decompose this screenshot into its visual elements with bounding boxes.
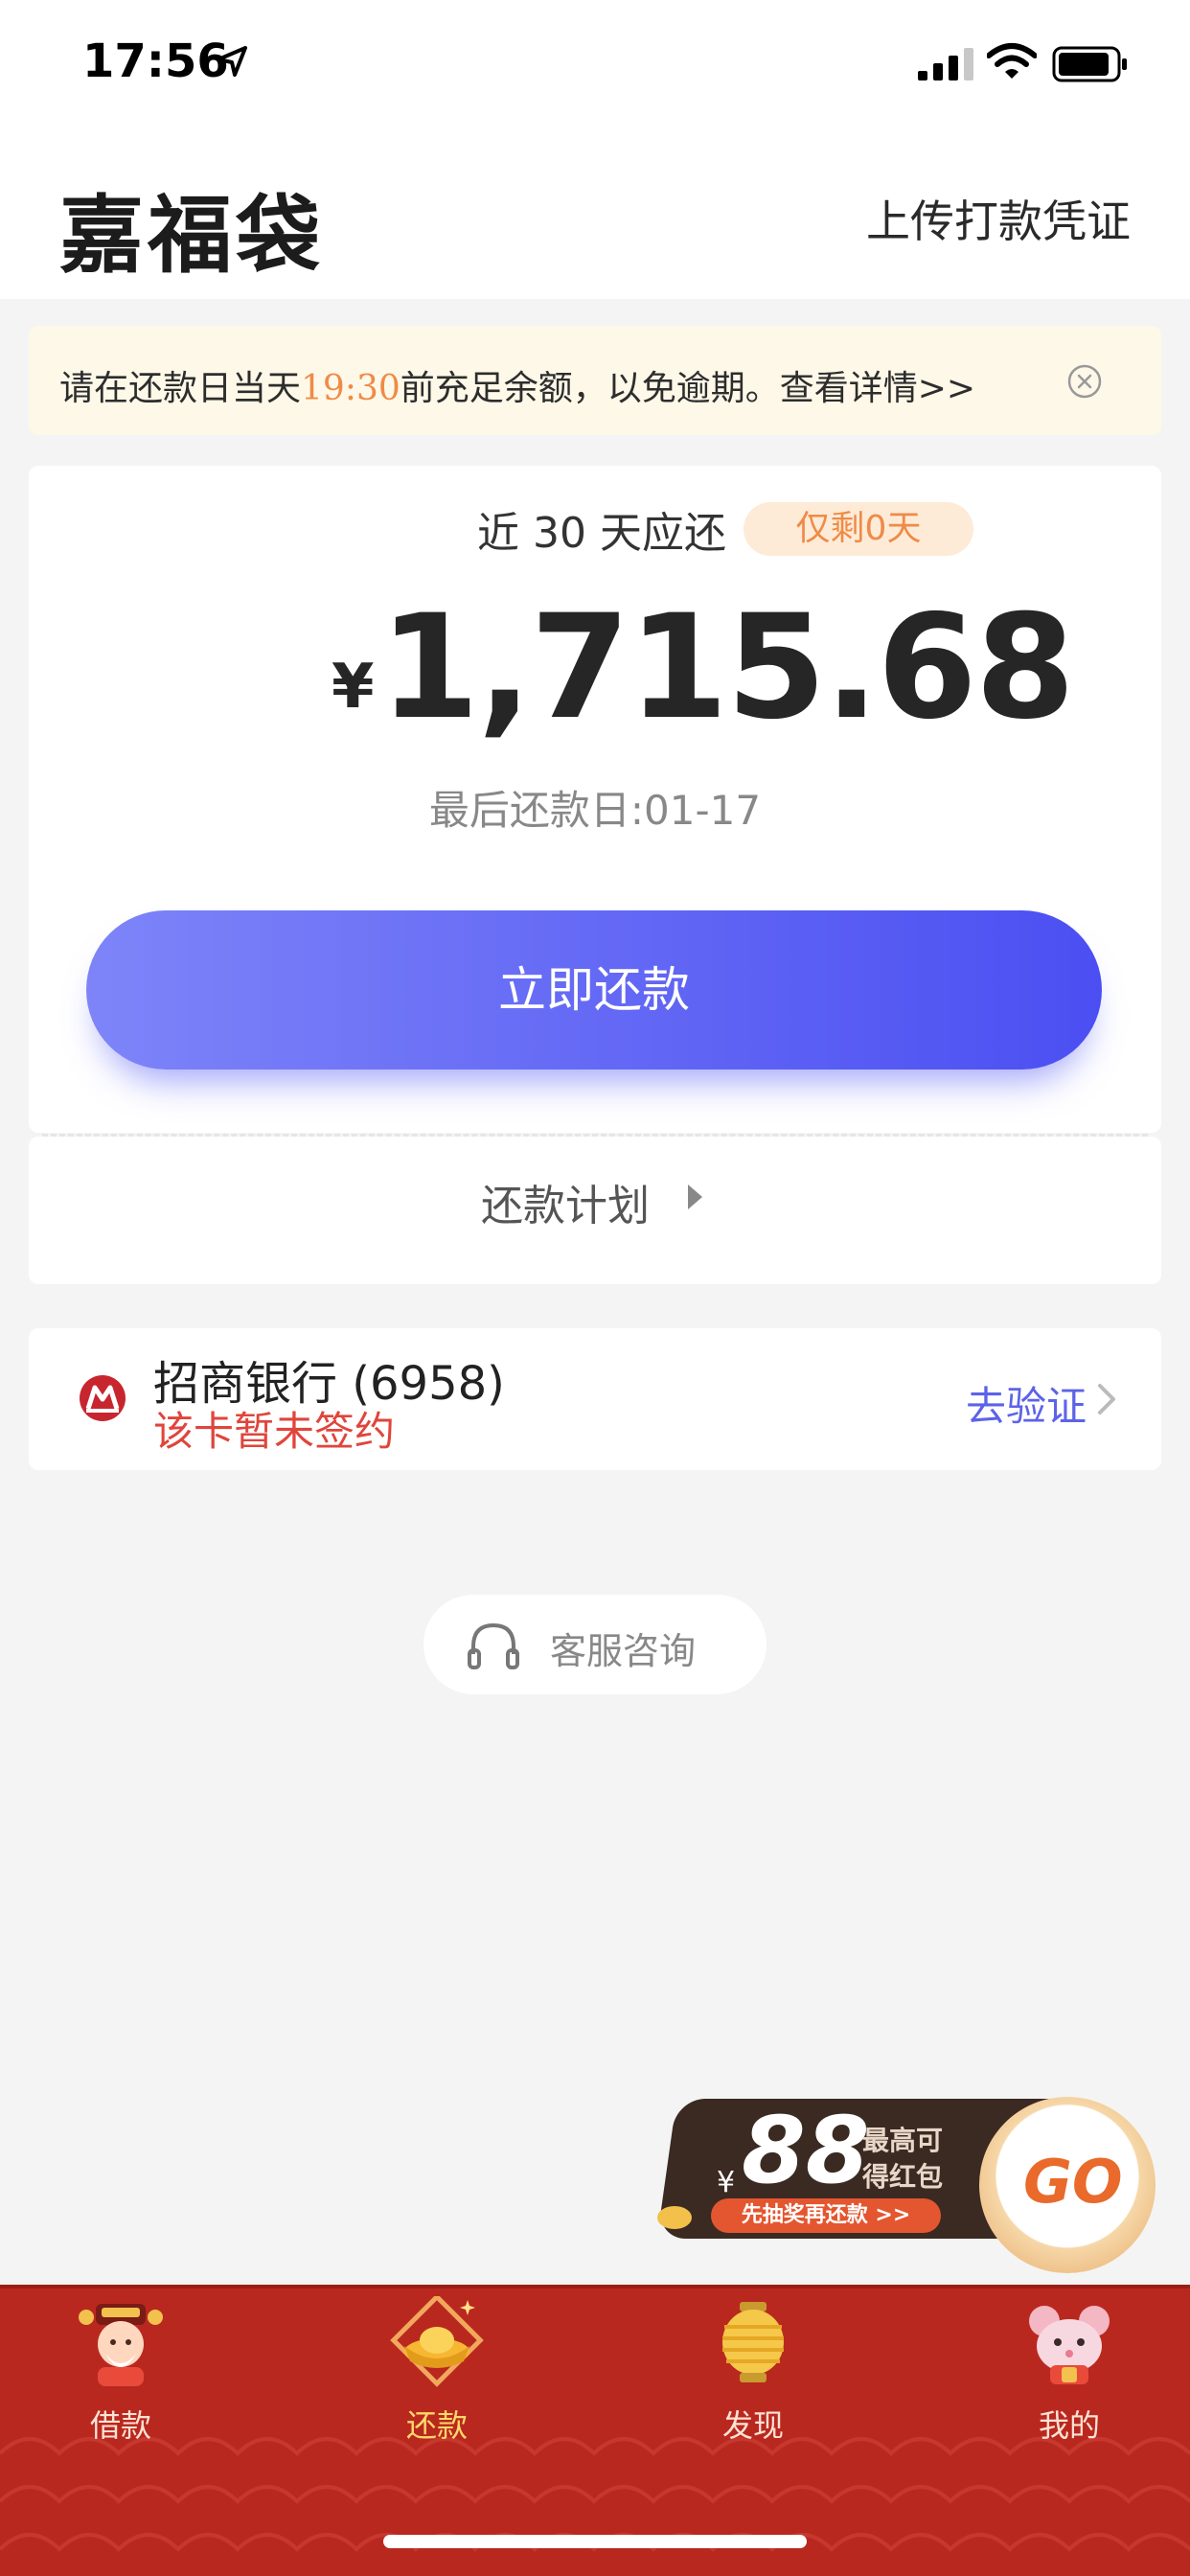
overdue-notice-banner[interactable]: 请在还款日当天19:30前充足余额，以免逾期。查看详情>>: [29, 326, 1161, 435]
tab-loan[interactable]: 借款: [1, 2287, 240, 2444]
mouse-mascot-icon: [1029, 2306, 1110, 2384]
tab-discover[interactable]: 发现: [633, 2287, 873, 2444]
upload-payment-proof-link[interactable]: 上传打款凭证: [866, 187, 1131, 250]
wifi-icon: [987, 43, 1037, 79]
tab-label: 还款: [405, 2407, 468, 2444]
tab-label: 我的: [1038, 2407, 1100, 2444]
repay-now-button[interactable]: 立即还款: [86, 910, 1102, 1070]
location-arrow-icon: [217, 46, 247, 77]
status-time: 17:56: [82, 34, 229, 88]
notice-text-before: 请在还款日当天: [59, 369, 302, 408]
gold-ingot-icon: [390, 2296, 484, 2387]
promo-text-line1: 最高可: [862, 2125, 944, 2156]
repayment-plan-link[interactable]: 还款计划: [481, 1171, 650, 1232]
bank-card-status: 该卡暂未签约: [153, 1408, 396, 1455]
promo-cta-pill[interactable]: 先抽奖再还款 >>: [711, 2198, 941, 2233]
cellular-signal-icon: [918, 48, 973, 80]
tab-mine[interactable]: 我的: [950, 2287, 1189, 2444]
promo-amount: 88: [742, 2097, 870, 2204]
notice-text: 请在还款日当天19:30前充足余额，以免逾期。查看详情>>: [59, 360, 975, 410]
verify-card-link[interactable]: 去验证: [966, 1374, 1087, 1433]
triangle-right-icon: [688, 1184, 702, 1209]
lantern-icon: [722, 2302, 784, 2382]
wave-pattern-decoration: [0, 2437, 1190, 2552]
chevron-right-icon: [1098, 1384, 1115, 1414]
due-amount: 1,715.68: [379, 585, 1075, 751]
notice-highlight-time: 19:30: [301, 369, 400, 408]
tab-label: 发现: [721, 2407, 784, 2444]
tab-label: 借款: [89, 2407, 151, 2444]
home-indicator: [383, 2535, 807, 2548]
battery-icon: [1052, 46, 1127, 82]
notice-text-after: 前充足余额，以免逾期。查看详情>>: [400, 369, 976, 408]
promo-currency: ¥: [717, 2166, 736, 2199]
last-repayment-date: 最后还款日:01-17: [428, 787, 762, 834]
days-remaining-badge: 仅剩0天: [744, 502, 973, 556]
close-icon[interactable]: [1065, 362, 1104, 401]
due-period-label: 近 30 天应还: [477, 509, 726, 558]
gold-coin-icon: [657, 2206, 692, 2229]
cmb-bank-logo-icon: [80, 1375, 126, 1421]
page-title: 嘉福袋: [59, 186, 325, 285]
tab-repay[interactable]: 还款: [317, 2287, 557, 2444]
fortune-god-icon: [79, 2304, 163, 2386]
currency-symbol: ¥: [332, 652, 375, 723]
headset-icon: [468, 1622, 519, 1669]
promo-text-line2: 得红包: [862, 2161, 944, 2193]
customer-service-label: 客服咨询: [550, 1630, 697, 1672]
promo-go-label: GO: [1023, 2147, 1123, 2217]
